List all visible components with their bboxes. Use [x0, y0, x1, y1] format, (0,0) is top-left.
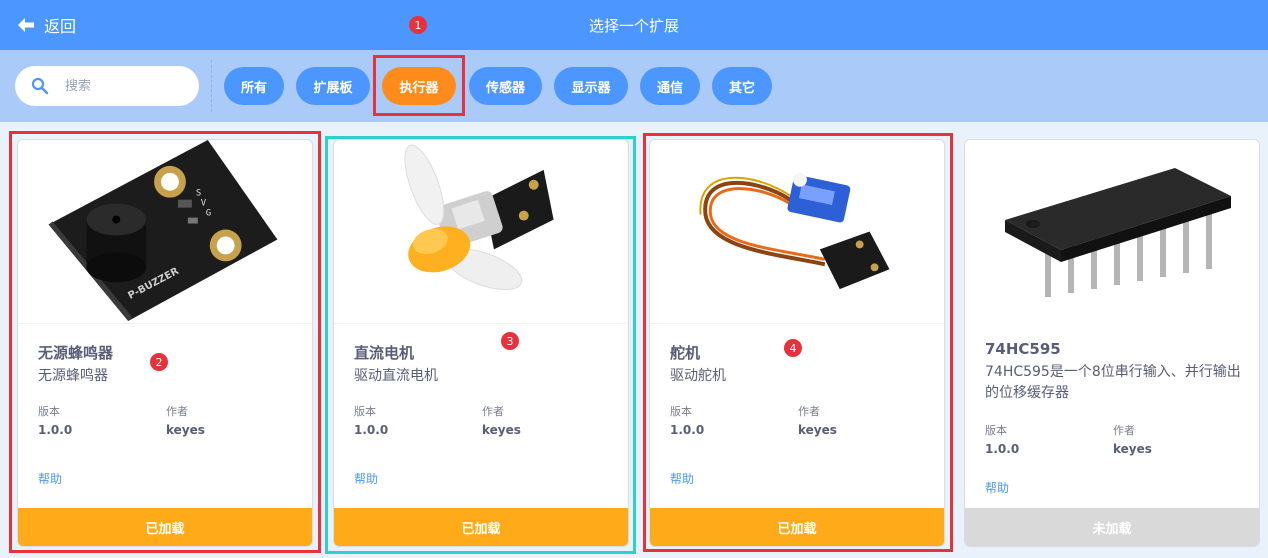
filter-sensor[interactable]: 传感器 — [469, 67, 542, 105]
load-status-button[interactable]: 已加载 — [650, 508, 944, 546]
filter-communication[interactable]: 通信 — [640, 67, 700, 105]
version-value: 1.0.0 — [354, 423, 389, 437]
servo-illustration — [699, 172, 890, 290]
author-label: 作者 — [798, 405, 820, 418]
extension-card-74hc595[interactable]: 74HC595 74HC595是一个8位串行输入、并行输出的位移缓存器 版本 作… — [964, 139, 1260, 547]
page-title: 选择一个扩展 — [588, 17, 679, 35]
version-label: 版本 — [985, 424, 1007, 437]
extension-card-buzzer[interactable]: S V G P-BUZZER 无源蜂鸣器 无源蜂鸣器 版本 作者 1.0.0 k… — [17, 139, 313, 547]
load-status-button[interactable]: 已加载 — [18, 508, 312, 546]
annotation-badge-4: 4 — [784, 339, 802, 357]
version-value: 1.0.0 — [670, 423, 705, 437]
search-box[interactable] — [15, 66, 199, 106]
top-bar: 返回 选择一个扩展 — [0, 0, 1268, 50]
card-description: 74HC595是一个8位串行输入、并行输出的位移缓存器 — [985, 364, 1241, 401]
version-label: 版本 — [354, 405, 376, 418]
buzzer-module-illustration: S V G P-BUZZER — [48, 140, 278, 322]
servo-image — [650, 140, 944, 324]
svg-text:S: S — [196, 189, 201, 199]
card-title: 无源蜂鸣器 — [38, 344, 114, 362]
filter-actuator[interactable]: 执行器 — [382, 67, 456, 105]
load-status-button[interactable]: 已加载 — [334, 508, 628, 546]
search-input[interactable] — [65, 78, 185, 94]
card-title: 74HC595 — [985, 340, 1061, 358]
annotation-badge-1: 1 — [409, 16, 427, 34]
version-label: 版本 — [38, 405, 60, 418]
card-description: 驱动舵机 — [670, 368, 726, 384]
author-value: keyes — [798, 423, 837, 437]
author-value: keyes — [1113, 442, 1152, 456]
filter-display[interactable]: 显示器 — [554, 67, 628, 105]
card-description: 无源蜂鸣器 — [38, 368, 108, 384]
help-link[interactable]: 帮助 — [985, 479, 1009, 496]
author-value: keyes — [166, 423, 205, 437]
svg-text:V: V — [201, 199, 207, 209]
ic-chip-illustration — [1005, 168, 1231, 297]
svg-text:G: G — [206, 209, 211, 219]
author-label: 作者 — [166, 405, 188, 418]
load-status-button[interactable]: 未加载 — [965, 508, 1259, 546]
dc-motor-image — [334, 140, 628, 324]
extension-card-dc-motor[interactable]: 直流电机 驱动直流电机 版本 作者 1.0.0 keyes 帮助 已加载 — [333, 139, 629, 547]
divider — [211, 60, 212, 112]
help-link[interactable]: 帮助 — [354, 470, 378, 487]
filter-expansion-board[interactable]: 扩展板 — [296, 67, 370, 105]
card-title: 直流电机 — [354, 344, 415, 362]
annotation-badge-2: 2 — [150, 353, 168, 371]
version-label: 版本 — [670, 405, 692, 418]
filter-bar: 所有 扩展板 执行器 传感器 显示器 通信 其它 — [0, 50, 1268, 122]
chip-image — [965, 140, 1259, 324]
card-title: 舵机 — [670, 344, 701, 362]
card-description: 驱动直流电机 — [354, 368, 438, 384]
dc-motor-illustration — [404, 144, 554, 291]
author-label: 作者 — [1113, 424, 1135, 437]
search-icon — [31, 77, 49, 95]
filter-other[interactable]: 其它 — [712, 67, 772, 105]
help-link[interactable]: 帮助 — [38, 470, 62, 487]
version-value: 1.0.0 — [985, 442, 1020, 456]
annotation-badge-3: 3 — [501, 332, 519, 350]
author-value: keyes — [482, 423, 521, 437]
filter-all[interactable]: 所有 — [224, 67, 284, 105]
author-label: 作者 — [482, 405, 504, 418]
buzzer-image: S V G P-BUZZER — [18, 140, 312, 324]
help-link[interactable]: 帮助 — [670, 470, 694, 487]
version-value: 1.0.0 — [38, 423, 73, 437]
